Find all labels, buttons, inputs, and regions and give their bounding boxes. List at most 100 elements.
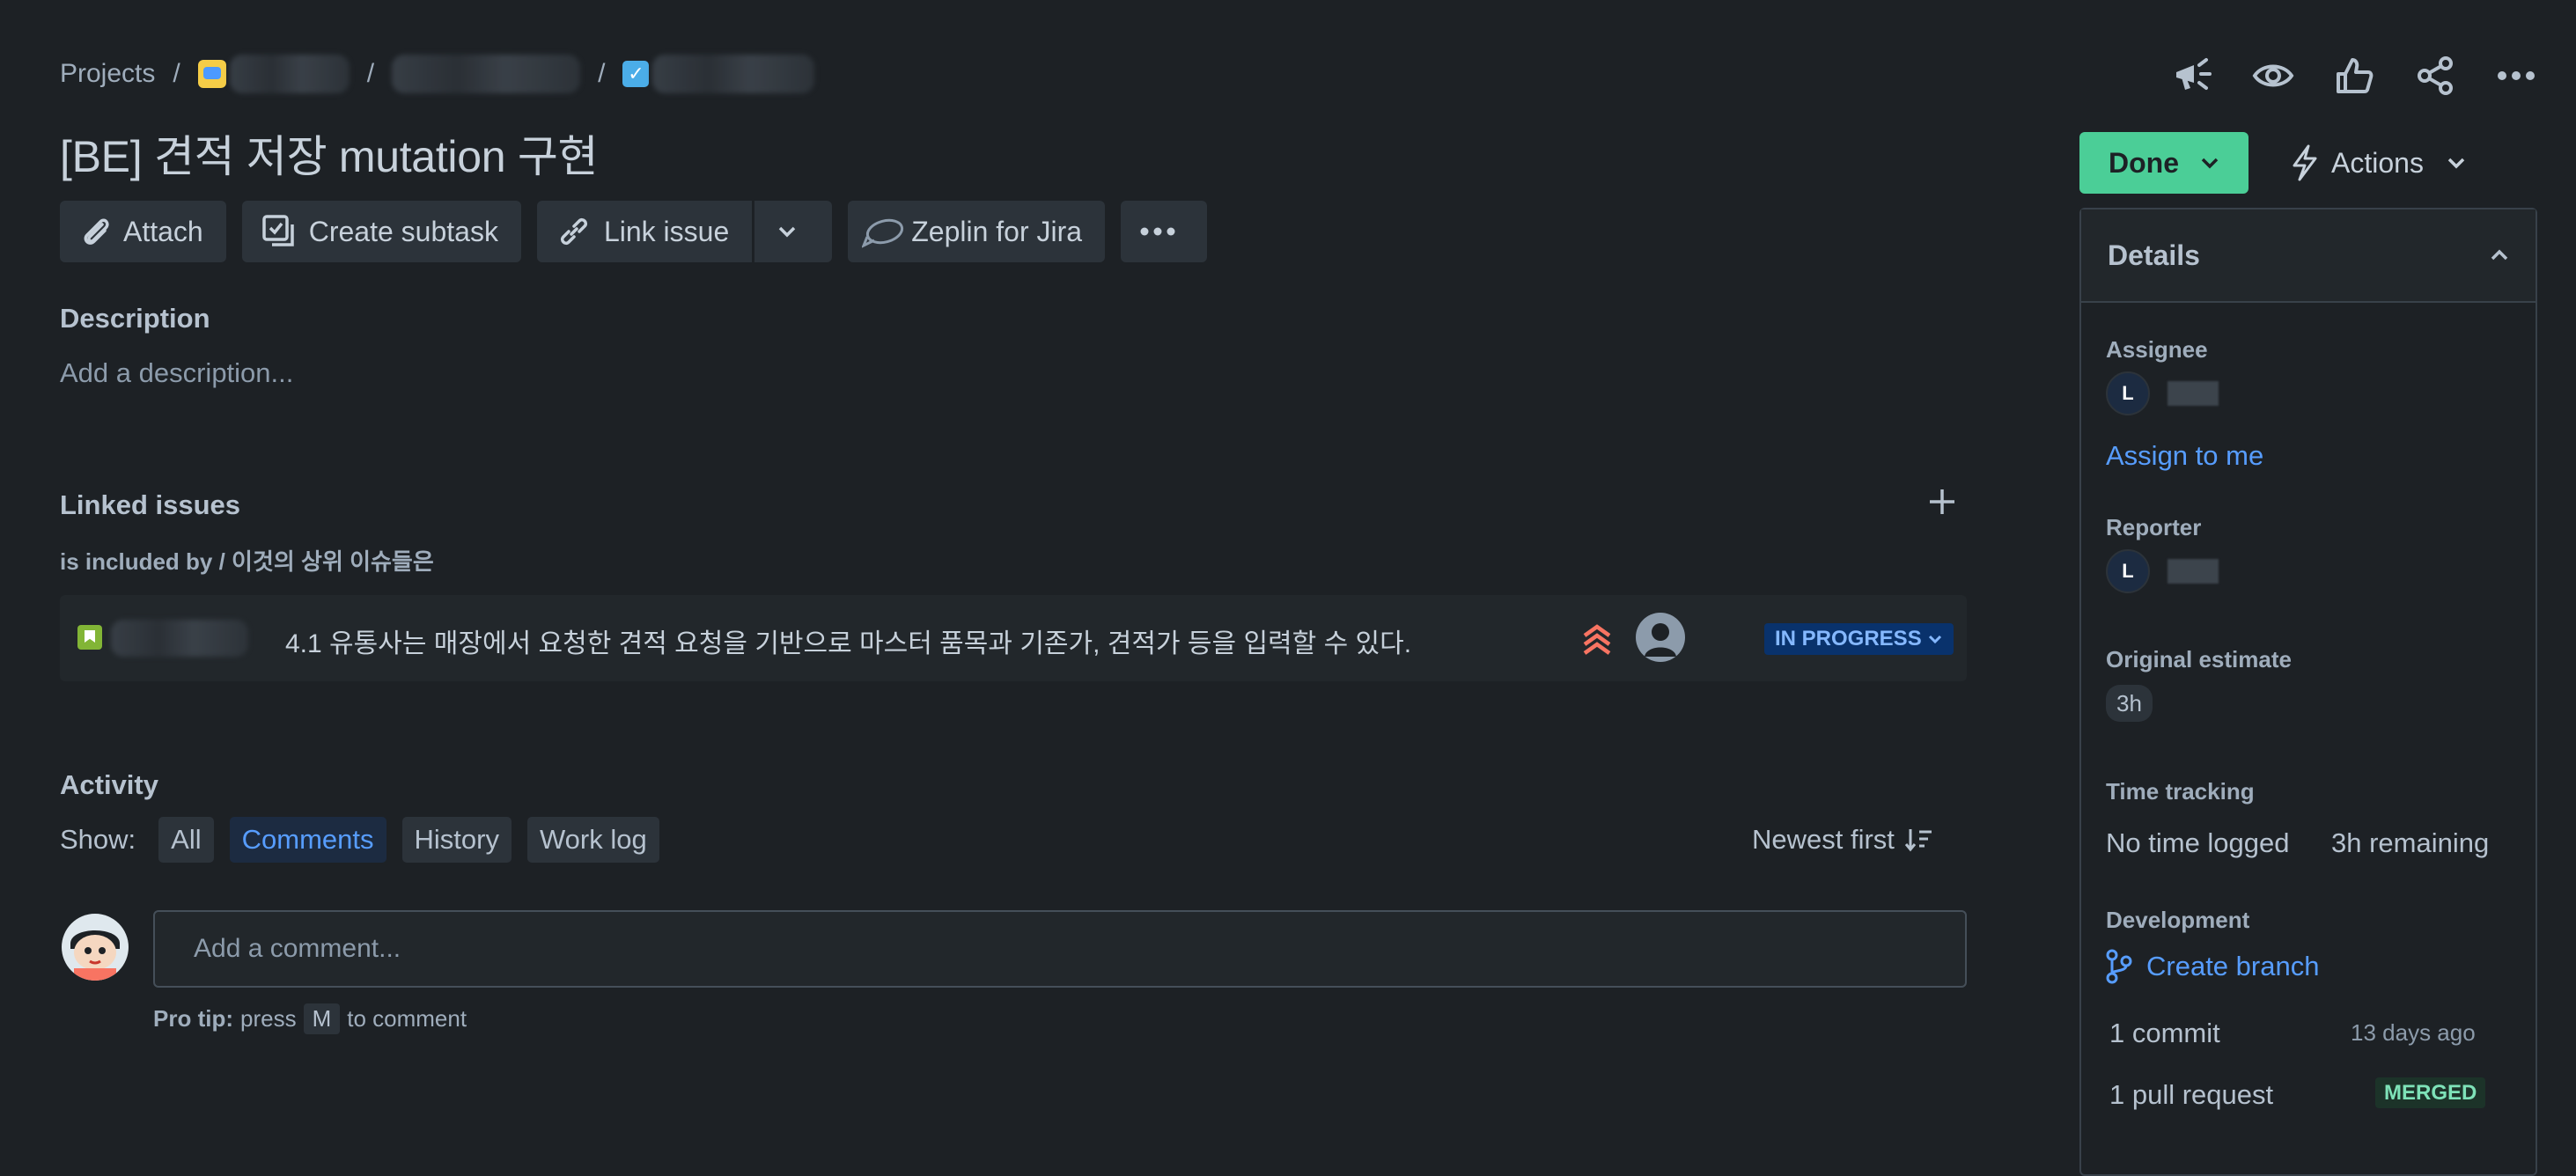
pr-status-badge: MERGED — [2375, 1077, 2486, 1108]
chevron-up-icon[interactable] — [2490, 249, 2509, 261]
more-options-icon[interactable] — [2493, 53, 2539, 99]
filter-history-button[interactable]: History — [401, 817, 512, 863]
unassigned-avatar-icon[interactable] — [1636, 613, 1685, 662]
status-done-button[interactable]: Done — [2079, 132, 2248, 194]
lightning-icon — [2293, 144, 2317, 181]
pro-tip-label: Pro tip: — [153, 1005, 233, 1032]
issue-title[interactable]: [BE] 견적 저장 mutation 구현 — [60, 121, 599, 185]
reporter-field[interactable]: L — [2106, 549, 2219, 593]
actions-button[interactable]: Actions — [2289, 132, 2466, 194]
activity-filters: Show: All Comments History Work log — [60, 817, 675, 863]
chevron-down-icon — [1928, 635, 1941, 644]
sort-order-label: Newest first — [1752, 824, 1895, 855]
breadcrumb-separator: / — [366, 59, 375, 88]
create-subtask-button[interactable]: Create subtask — [241, 201, 521, 262]
link-issue-label: Link issue — [603, 215, 730, 247]
filter-worklog-button[interactable]: Work log — [526, 817, 659, 863]
time-remaining-value[interactable]: 3h remaining — [2331, 827, 2489, 859]
activity-heading: Activity — [60, 769, 158, 800]
attach-label: Attach — [123, 215, 203, 247]
issue-header-actions — [2134, 53, 2539, 99]
story-type-icon — [77, 625, 102, 650]
chevron-down-icon — [2447, 158, 2465, 169]
assign-to-me-link[interactable]: Assign to me — [2106, 440, 2263, 472]
details-heading: Details — [2108, 239, 2200, 271]
description-heading: Description — [60, 303, 210, 334]
breadcrumb-separator: / — [598, 59, 606, 88]
add-linked-issue-plus-icon[interactable] — [1926, 486, 1958, 522]
link-relation-label: is included by / 이것의 상위 이슈들은 — [60, 548, 434, 575]
show-label: Show: — [60, 824, 136, 855]
details-panel: Details Assignee L Assign to me Reporter… — [2079, 208, 2537, 1176]
create-branch-link[interactable]: Create branch — [2106, 949, 2319, 984]
filter-all-button[interactable]: All — [158, 817, 214, 863]
zeplin-icon — [862, 218, 904, 248]
linked-issue-summary[interactable]: 4.1 유통사는 매장에서 요청한 견적 요청을 기반으로 마스터 품목과 기존… — [285, 621, 1411, 660]
paperclip-icon — [84, 218, 109, 245]
more-toolbar-button[interactable] — [1121, 201, 1208, 262]
sort-order-button[interactable]: Newest first — [1752, 824, 1933, 856]
reporter-avatar: L — [2106, 549, 2150, 593]
project-icon[interactable] — [197, 60, 226, 88]
issue-toolbar: Attach Create subtask Link issue Zeplin … — [60, 201, 1223, 262]
attach-button[interactable]: Attach — [60, 201, 226, 262]
add-comment-input[interactable]: Add a comment... — [153, 910, 1967, 988]
link-icon — [560, 217, 587, 246]
reporter-name-redacted — [2168, 559, 2219, 584]
commit-time: 13 days ago — [2351, 1019, 2476, 1046]
details-header[interactable]: Details — [2081, 209, 2536, 303]
highest-priority-icon — [1579, 618, 1615, 661]
pro-tip-press: press — [240, 1005, 297, 1032]
watch-eye-icon[interactable] — [2250, 53, 2296, 99]
assignee-avatar: L — [2106, 371, 2150, 415]
filter-comments-button[interactable]: Comments — [229, 817, 386, 863]
time-logged-value[interactable]: No time logged — [2106, 827, 2290, 859]
status-done-label: Done — [2109, 146, 2179, 179]
breadcrumb: Projects / / / ✓ — [60, 55, 815, 93]
description-placeholder[interactable]: Add a description... — [60, 357, 293, 389]
pr-status-label: MERGED — [2375, 1077, 2486, 1108]
pro-tip-key: M — [303, 1003, 341, 1034]
pull-requests-link[interactable]: 1 pull request — [2109, 1079, 2273, 1111]
status-label: IN PROGRESS — [1775, 627, 1922, 650]
megaphone-icon[interactable] — [2169, 53, 2215, 99]
create-branch-label: Create branch — [2146, 951, 2320, 981]
linked-issue-row[interactable]: 4.1 유통사는 매장에서 요청한 견적 요청을 기반으로 마스터 품목과 기존… — [60, 595, 1967, 681]
subtask-icon — [261, 215, 294, 246]
breadcrumb-separator: / — [173, 59, 180, 88]
breadcrumb-project-redacted[interactable] — [229, 55, 350, 93]
assignee-field[interactable]: L — [2106, 371, 2219, 415]
like-thumbs-up-icon[interactable] — [2331, 53, 2377, 99]
reporter-label: Reporter — [2106, 514, 2202, 540]
commits-link[interactable]: 1 commit — [2109, 1018, 2220, 1049]
linked-issues-heading: Linked issues — [60, 489, 241, 520]
development-label: Development — [2106, 907, 2250, 933]
share-icon[interactable] — [2412, 53, 2458, 99]
original-estimate-label: Original estimate — [2106, 646, 2292, 673]
link-issue-dropdown-button[interactable] — [752, 201, 833, 262]
branch-icon — [2106, 949, 2132, 984]
linked-issue-key-redacted[interactable] — [111, 620, 248, 657]
breadcrumb-issue-key-redacted[interactable] — [652, 55, 815, 93]
zeplin-label: Zeplin for Jira — [911, 215, 1083, 247]
chevron-down-icon — [778, 226, 796, 238]
actions-label: Actions — [2331, 146, 2424, 179]
original-estimate-value: 3h — [2106, 685, 2153, 722]
task-type-icon: ✓ — [622, 61, 650, 87]
pro-tip: Pro tip: press M to comment — [153, 1003, 467, 1034]
create-subtask-label: Create subtask — [308, 215, 498, 247]
linked-issue-status-lozenge[interactable]: IN PROGRESS — [1764, 623, 1954, 655]
assignee-name-redacted — [2168, 381, 2219, 406]
breadcrumb-parent-redacted[interactable] — [392, 55, 581, 93]
zeplin-for-jira-button[interactable]: Zeplin for Jira — [848, 201, 1106, 262]
link-issue-button[interactable]: Link issue — [536, 201, 753, 262]
current-user-avatar — [62, 914, 129, 981]
more-options-icon — [1140, 227, 1175, 236]
original-estimate-field[interactable]: 3h — [2106, 685, 2153, 722]
assignee-label: Assignee — [2106, 336, 2208, 363]
chevron-down-icon — [2201, 158, 2219, 169]
breadcrumb-projects[interactable]: Projects — [60, 59, 155, 89]
time-tracking-label: Time tracking — [2106, 778, 2255, 805]
sort-descending-icon — [1904, 829, 1932, 852]
pro-tip-to-comment: to comment — [347, 1005, 467, 1032]
